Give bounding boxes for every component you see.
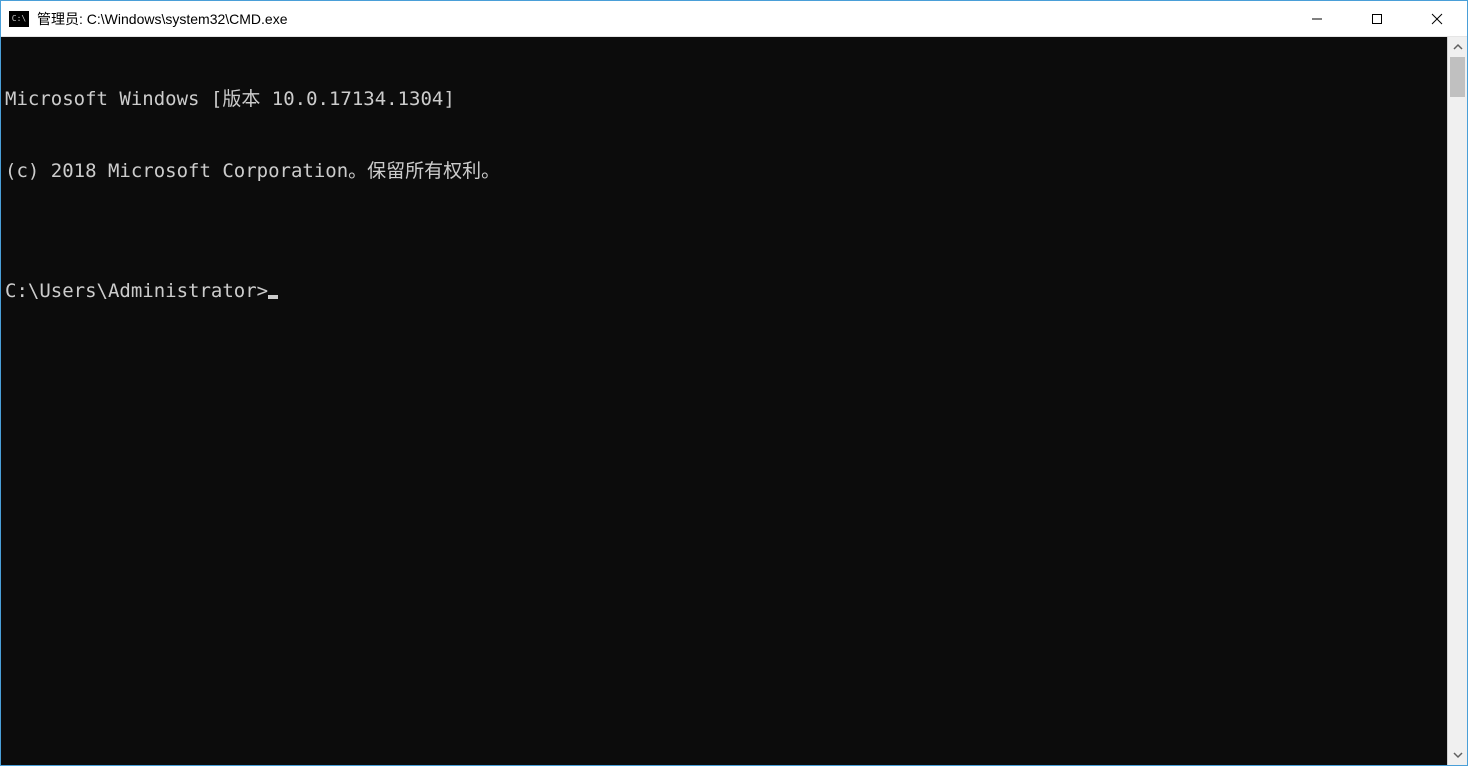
minimize-button[interactable] — [1287, 1, 1347, 36]
cmd-window: C:\ 管理员: C:\Windows\system32\CMD.exe — [0, 0, 1468, 766]
minimize-icon — [1311, 13, 1323, 25]
vertical-scrollbar[interactable] — [1447, 37, 1467, 765]
terminal-prompt: C:\Users\Administrator> — [5, 279, 268, 303]
close-button[interactable] — [1407, 1, 1467, 36]
terminal-output[interactable]: Microsoft Windows [版本 10.0.17134.1304] (… — [1, 37, 1447, 765]
close-icon — [1431, 13, 1443, 25]
content-area: Microsoft Windows [版本 10.0.17134.1304] (… — [1, 37, 1467, 765]
scroll-down-button[interactable] — [1448, 745, 1467, 765]
maximize-button[interactable] — [1347, 1, 1407, 36]
chevron-down-icon — [1453, 750, 1463, 760]
titlebar[interactable]: C:\ 管理员: C:\Windows\system32\CMD.exe — [1, 1, 1467, 37]
scroll-thumb[interactable] — [1450, 57, 1465, 97]
maximize-icon — [1371, 13, 1383, 25]
terminal-prompt-line: C:\Users\Administrator> — [5, 279, 1443, 303]
terminal-version-line: Microsoft Windows [版本 10.0.17134.1304] — [5, 87, 1443, 111]
chevron-up-icon — [1453, 42, 1463, 52]
window-title: 管理员: C:\Windows\system32\CMD.exe — [37, 9, 288, 29]
titlebar-left: C:\ 管理员: C:\Windows\system32\CMD.exe — [1, 9, 288, 29]
window-controls — [1287, 1, 1467, 36]
cmd-icon: C:\ — [9, 11, 29, 27]
terminal-copyright-line: (c) 2018 Microsoft Corporation。保留所有权利。 — [5, 159, 1443, 183]
terminal-cursor — [268, 295, 278, 299]
scroll-track[interactable] — [1448, 57, 1467, 745]
cmd-icon-text: C:\ — [12, 15, 26, 23]
scroll-up-button[interactable] — [1448, 37, 1467, 57]
